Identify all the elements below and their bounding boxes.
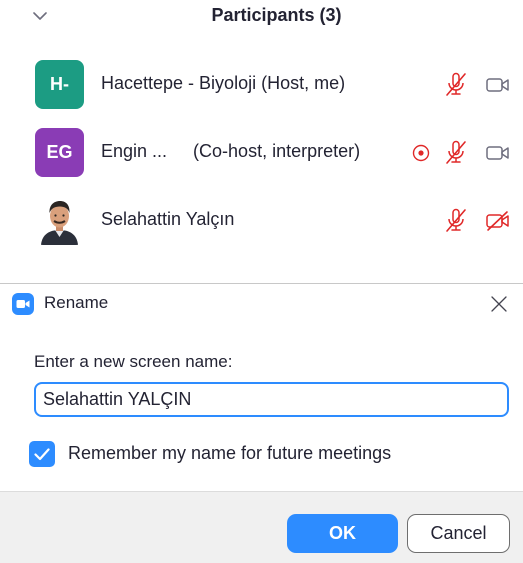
participants-header: Participants (3): [0, 0, 523, 38]
dialog-titlebar: Rename: [0, 284, 523, 322]
remember-name-checkbox[interactable]: [29, 441, 55, 467]
participant-name: Selahattin Yalçın: [101, 209, 235, 229]
participants-title: Participants (3): [211, 5, 342, 25]
video-on-icon[interactable]: [484, 71, 512, 99]
dialog-title: Rename: [44, 293, 109, 312]
avatar: H-: [35, 60, 84, 109]
rename-prompt: Enter a new screen name:: [34, 352, 233, 371]
participants-panel: Participants (3) H- Hacettepe - Biyoloji…: [0, 0, 523, 283]
participant-row[interactable]: Selahattin Yalçın: [0, 194, 523, 252]
rename-dialog: Rename Enter a new screen name: Remember…: [0, 283, 523, 563]
screen-name-input[interactable]: [34, 382, 509, 417]
participant-role: (Co-host, interpreter): [193, 141, 361, 161]
participant-row[interactable]: H- Hacettepe - Biyoloji (Host, me): [0, 58, 523, 116]
mic-muted-icon[interactable]: [442, 71, 470, 99]
video-off-icon[interactable]: [484, 207, 512, 235]
close-icon[interactable]: [485, 290, 513, 318]
mic-muted-icon[interactable]: [442, 139, 470, 167]
cancel-button[interactable]: Cancel: [407, 514, 510, 553]
participant-row[interactable]: EG Engin ... (Co-host, interpreter): [0, 126, 523, 184]
participant-name-short: Engin ...: [101, 141, 168, 161]
mic-muted-icon[interactable]: [442, 207, 470, 235]
remember-name-label[interactable]: Remember my name for future meetings: [68, 443, 391, 464]
zoom-app-icon: [12, 293, 34, 315]
video-on-icon[interactable]: [484, 139, 512, 167]
photo-avatar: [35, 196, 84, 245]
ok-button[interactable]: OK: [287, 514, 398, 553]
interpretation-icon: [407, 139, 435, 167]
participant-name: Engin ... (Co-host, interpreter): [101, 141, 360, 162]
participant-name: Hacettepe - Biyoloji (Host, me): [101, 73, 346, 93]
dialog-footer: OK Cancel: [0, 491, 523, 563]
avatar: EG: [35, 128, 84, 177]
